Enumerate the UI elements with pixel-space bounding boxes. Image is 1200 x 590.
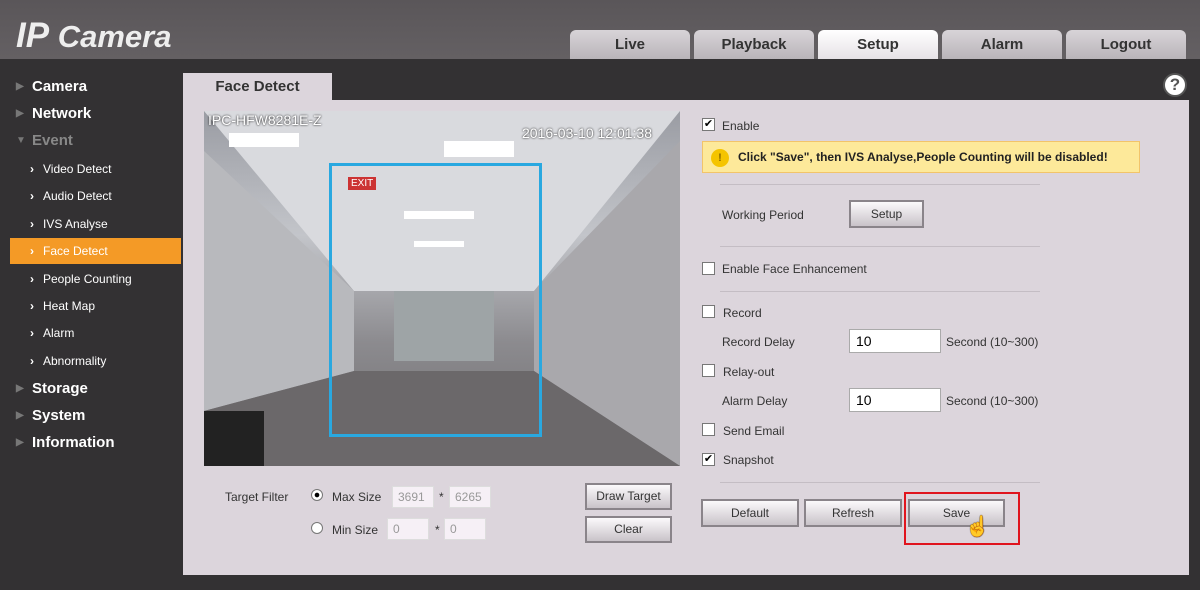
chevron-right-icon: ›: [30, 272, 34, 286]
tab-playback[interactable]: Playback: [694, 30, 814, 59]
logo: IP Camera: [16, 16, 172, 55]
sidebar-item-camera[interactable]: ▶ Camera: [0, 74, 182, 100]
chevron-right-icon: ›: [30, 354, 34, 368]
page-tab-face-detect[interactable]: Face Detect: [183, 73, 332, 101]
record-delay-unit: Second (10~300): [946, 335, 1039, 349]
sidebar-item-event[interactable]: ▼ Event: [0, 128, 182, 154]
clear-button[interactable]: Clear: [585, 516, 672, 543]
triangle-right-icon: ▶: [16, 437, 24, 448]
sidebar-item-label: Network: [32, 105, 92, 122]
sidebar-item-audio-detect[interactable]: › Audio Detect: [0, 183, 182, 209]
min-size-radio[interactable]: [311, 522, 323, 534]
face-enhancement-checkbox[interactable]: [702, 262, 715, 275]
sidebar-item-alarm[interactable]: › Alarm: [0, 320, 182, 346]
sidebar-item-network[interactable]: ▶ Network: [0, 101, 182, 127]
working-period-setup-button[interactable]: Setup: [849, 200, 924, 228]
sidebar-item-people-counting[interactable]: › People Counting: [0, 266, 182, 292]
snapshot-checkbox[interactable]: ✔: [702, 453, 715, 466]
max-height-input[interactable]: 6265: [449, 486, 491, 508]
size-separator: *: [435, 523, 440, 537]
sidebar-item-label: Alarm: [43, 326, 75, 340]
chevron-right-icon: ›: [30, 244, 34, 258]
record-checkbox[interactable]: [702, 305, 715, 318]
record-delay-input[interactable]: 10: [849, 329, 941, 353]
hand-cursor-icon: ☝: [965, 516, 990, 538]
alarm-delay-input[interactable]: 10: [849, 388, 941, 412]
working-period-label: Working Period: [722, 208, 804, 222]
record-delay-label: Record Delay: [722, 335, 795, 349]
send-email-label: Send Email: [723, 424, 785, 438]
enable-label: Enable: [722, 119, 760, 133]
alarm-delay-unit: Second (10~300): [946, 394, 1039, 408]
enable-checkbox[interactable]: ✔: [702, 118, 715, 131]
tab-setup[interactable]: Setup: [818, 30, 938, 59]
snapshot-label: Snapshot: [723, 453, 774, 467]
draw-target-button[interactable]: Draw Target: [585, 483, 672, 510]
send-email-checkbox[interactable]: [702, 423, 715, 436]
sidebar-item-label: Storage: [32, 380, 88, 397]
sidebar-item-label: People Counting: [43, 272, 132, 286]
face-enhancement-label: Enable Face Enhancement: [722, 262, 867, 276]
max-size-label: Max Size: [332, 490, 382, 504]
tab-alarm[interactable]: Alarm: [942, 30, 1062, 59]
alarm-delay-label: Alarm Delay: [722, 394, 788, 408]
default-button[interactable]: Default: [701, 499, 799, 527]
warning-text: Click "Save", then IVS Analyse,People Co…: [738, 150, 1108, 164]
tab-live[interactable]: Live: [570, 30, 690, 59]
min-width-input[interactable]: 0: [387, 518, 429, 540]
size-separator: *: [439, 490, 444, 504]
divider: [720, 246, 1040, 247]
camera-name-overlay: IPC-HFW8281E-Z: [208, 112, 322, 128]
sidebar-item-label: Abnormality: [43, 354, 107, 368]
relay-out-label: Relay-out: [723, 365, 775, 379]
sidebar-item-label: Audio Detect: [43, 189, 112, 203]
sidebar-item-label: Camera: [32, 78, 88, 95]
triangle-right-icon: ▶: [16, 410, 24, 421]
triangle-down-icon: ▼: [16, 135, 26, 146]
divider: [720, 291, 1040, 292]
target-filter-label: Target Filter: [225, 490, 289, 504]
chevron-right-icon: ›: [30, 189, 34, 203]
max-size-radio[interactable]: [311, 489, 323, 501]
divider: [720, 184, 1040, 185]
triangle-right-icon: ▶: [16, 81, 24, 92]
sidebar-item-label: Event: [32, 132, 73, 149]
save-highlight-box: [904, 492, 1020, 545]
sidebar-item-information[interactable]: ▶ Information: [0, 430, 182, 456]
sidebar-item-label: Heat Map: [43, 299, 96, 313]
warning-banner: ! Click "Save", then IVS Analyse,People …: [702, 141, 1140, 173]
divider: [720, 482, 1040, 483]
refresh-button[interactable]: Refresh: [804, 499, 902, 527]
triangle-right-icon: ▶: [16, 383, 24, 394]
sidebar-item-label: Face Detect: [43, 244, 108, 258]
max-width-input[interactable]: 3691: [392, 486, 434, 508]
help-icon[interactable]: ?: [1163, 73, 1187, 97]
relay-out-checkbox[interactable]: [702, 364, 715, 377]
chevron-right-icon: ›: [30, 162, 34, 176]
chevron-right-icon: ›: [30, 326, 34, 340]
sidebar-item-face-detect[interactable]: › Face Detect: [10, 238, 181, 264]
sidebar-item-heat-map[interactable]: › Heat Map: [0, 293, 182, 319]
min-size-label: Min Size: [332, 523, 379, 537]
sidebar-item-label: System: [32, 407, 86, 424]
sidebar-item-label: Information: [32, 434, 115, 451]
sidebar-item-video-detect[interactable]: › Video Detect: [0, 156, 182, 182]
min-height-input[interactable]: 0: [444, 518, 486, 540]
detection-region[interactable]: [329, 163, 542, 437]
sidebar-item-label: Video Detect: [43, 162, 112, 176]
sidebar-item-abnormality[interactable]: › Abnormality: [0, 348, 182, 374]
chevron-right-icon: ›: [30, 299, 34, 313]
warning-icon: !: [711, 149, 729, 167]
tab-logout[interactable]: Logout: [1066, 30, 1186, 59]
record-label: Record: [723, 306, 762, 320]
sidebar-item-ivs-analyse[interactable]: › IVS Analyse: [0, 211, 182, 237]
sidebar-item-storage[interactable]: ▶ Storage: [0, 376, 182, 402]
timestamp-overlay: 2016-03-10 12:01:38: [522, 125, 652, 141]
sidebar-item-system[interactable]: ▶ System: [0, 403, 182, 429]
video-preview[interactable]: IPC-HFW8281E-Z 2016-03-10 12:01:38 EXIT: [204, 111, 680, 466]
sidebar-item-label: IVS Analyse: [43, 217, 108, 231]
triangle-right-icon: ▶: [16, 108, 24, 119]
chevron-right-icon: ›: [30, 217, 34, 231]
